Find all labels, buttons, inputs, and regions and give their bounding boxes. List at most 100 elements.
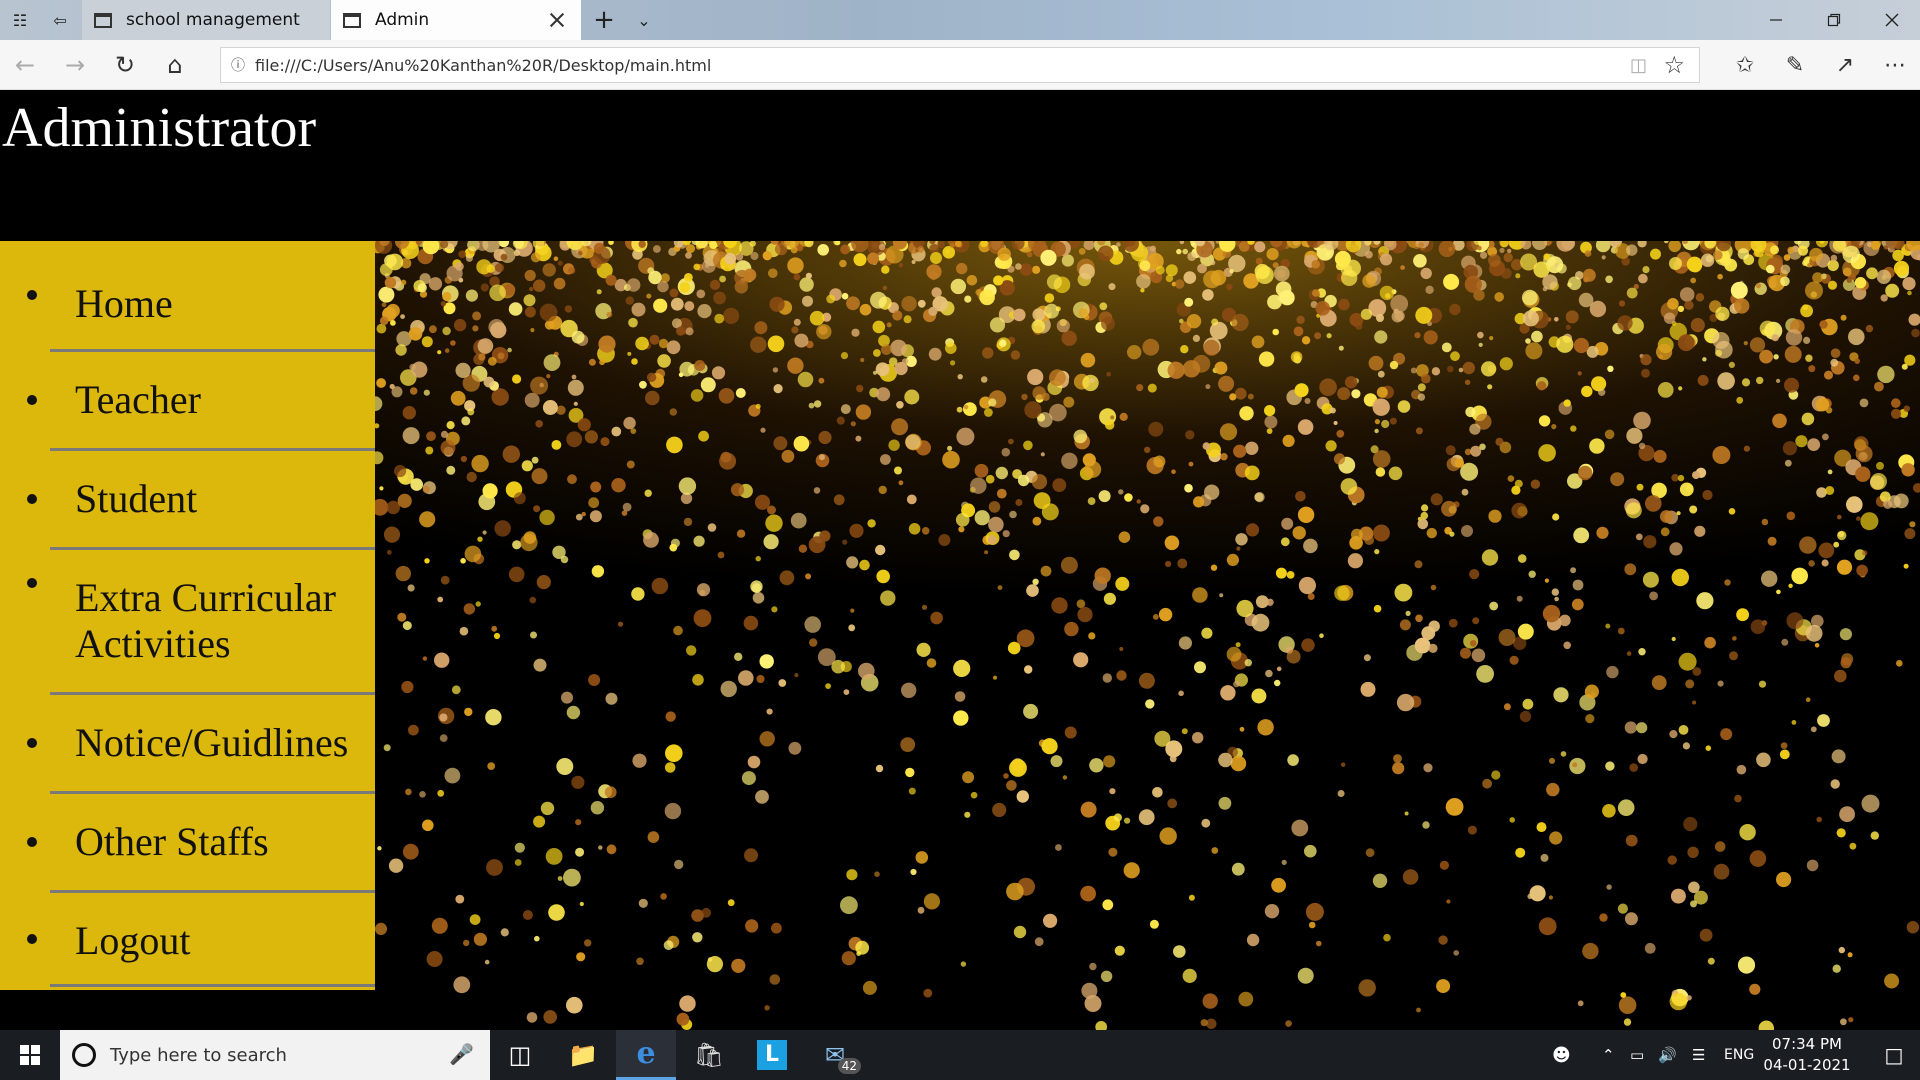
sparkle-dot: [375, 396, 383, 412]
file-explorer-icon[interactable]: 📁: [553, 1030, 613, 1080]
back-button[interactable]: ←: [0, 40, 50, 90]
system-clock[interactable]: 07:34 PM 04-01-2021: [1752, 1034, 1862, 1076]
close-window-button[interactable]: [1864, 0, 1920, 40]
sidebar-item-student[interactable]: Student: [27, 451, 375, 550]
network-wifi-icon[interactable]: ☰: [1692, 1030, 1705, 1080]
sparkle-dot: [1204, 484, 1220, 500]
sparkle-dot: [1495, 437, 1504, 446]
sparkle-dot: [755, 403, 761, 409]
minimize-button[interactable]: [1748, 0, 1804, 40]
sparkle-dot: [692, 674, 704, 686]
sparkle-dot: [1896, 660, 1903, 667]
sidebar-item-teacher[interactable]: Teacher: [27, 352, 375, 451]
action-center-notification-icon[interactable]: □: [1864, 1030, 1920, 1080]
sparkle-dot: [790, 512, 807, 529]
home-button[interactable]: ⌂: [150, 40, 200, 90]
sparkle-dot: [463, 939, 470, 947]
address-bar[interactable]: ⓘ file:///C:/Users/Anu%20Kanthan%20R/Des…: [220, 47, 1700, 83]
sparkle-dot: [1015, 499, 1023, 506]
volume-icon[interactable]: 🔊: [1658, 1030, 1677, 1080]
sparkle-dot: [1787, 246, 1795, 254]
start-windows-icon[interactable]: [0, 1030, 60, 1080]
sparkle-dot: [545, 848, 563, 865]
sidebar-item-home[interactable]: Home: [27, 241, 375, 352]
sparkle-dot: [1623, 1018, 1632, 1026]
sparkle-dot: [472, 311, 482, 321]
app-l-icon[interactable]: L: [742, 1030, 802, 1080]
close-tab-icon[interactable]: [547, 10, 567, 30]
sparkle-dot: [1516, 595, 1523, 602]
sidebar-item-extra-curricular-activities[interactable]: Extra Curricular Activities: [27, 550, 375, 695]
tab-label: school management: [126, 10, 300, 30]
tab-actions-icon[interactable]: ☷: [0, 0, 40, 40]
sparkle-dot: [552, 545, 566, 559]
sparkle-dot: [1032, 308, 1046, 322]
set-tabs-aside-icon[interactable]: ⇦: [40, 0, 80, 40]
web-note-pen-icon[interactable]: ✎: [1770, 40, 1820, 90]
sparkle-dot: [1109, 788, 1116, 795]
share-icon[interactable]: ↗: [1820, 40, 1870, 90]
battery-icon[interactable]: ▭: [1630, 1030, 1644, 1080]
sparkle-dot: [1625, 502, 1642, 519]
tab-admin[interactable]: Admin: [331, 0, 581, 40]
sparkle-dot: [1009, 510, 1017, 519]
sidebar-item-other-staffs[interactable]: Other Staffs: [27, 794, 375, 893]
sparkle-dot: [901, 358, 909, 365]
task-view-icon[interactable]: ◫: [490, 1030, 550, 1080]
sparkle-dot: [1705, 745, 1712, 751]
sparkle-dot: [1732, 636, 1737, 641]
edge-browser-icon[interactable]: e: [616, 1030, 676, 1080]
url-text[interactable]: file:///C:/Users/Anu%20Kanthan%20R/Deskt…: [255, 56, 711, 75]
sparkle-dot: [617, 621, 624, 627]
favorites-icon[interactable]: ✩: [1720, 40, 1770, 90]
sparkle-dot: [1477, 331, 1484, 339]
sparkle-dot: [459, 626, 469, 636]
sparkle-dot: [982, 347, 994, 359]
refresh-button[interactable]: ↻: [100, 40, 150, 90]
sparkle-dot: [1617, 627, 1625, 635]
sparkle-dot: [1234, 387, 1247, 400]
reading-view-icon[interactable]: ◫: [1630, 55, 1647, 76]
store-icon[interactable]: 🛍: [679, 1030, 739, 1080]
sparkle-dot: [974, 463, 989, 478]
sparkle-dot: [673, 625, 683, 636]
sparkle-dot: [1837, 514, 1842, 520]
sparkle-dot: [1469, 640, 1477, 647]
sparkle-dot: [1150, 245, 1156, 252]
sparkle-dot: [692, 932, 703, 943]
sparkle-dot: [491, 625, 498, 632]
sparkle-dot: [1148, 421, 1164, 437]
restore-button[interactable]: [1806, 0, 1862, 40]
language-indicator[interactable]: ENG: [1724, 1030, 1754, 1080]
favorite-star-icon[interactable]: ☆: [1663, 51, 1685, 79]
sparkle-dot: [1552, 513, 1560, 521]
show-hidden-icons-chevron-up-icon[interactable]: ⌃: [1602, 1030, 1615, 1080]
sparkle-dot: [486, 859, 503, 876]
sparkle-dot: [1414, 560, 1423, 569]
sparkle-dot: [1854, 277, 1867, 289]
more-menu-icon[interactable]: ⋯: [1870, 40, 1920, 90]
sparkle-dot: [543, 354, 561, 371]
sparkle-dot: [1637, 241, 1647, 248]
microphone-icon[interactable]: 🎤: [449, 1042, 474, 1066]
sparkle-dot: [1491, 770, 1501, 780]
tab-school-management[interactable]: school management: [82, 0, 330, 40]
forward-button[interactable]: →: [50, 40, 100, 90]
tab-list-chevron-down-icon[interactable]: ⌄: [624, 0, 664, 40]
sparkle-dot: [1799, 536, 1817, 554]
taskbar-search-input[interactable]: Type here to search 🎤: [60, 1030, 490, 1080]
site-info-icon[interactable]: ⓘ: [221, 55, 255, 75]
sparkle-dot: [437, 789, 445, 797]
sparkle-dot: [1061, 254, 1074, 267]
sparkle-dot: [1462, 361, 1476, 375]
sparkle-dot: [455, 362, 471, 378]
new-tab-icon[interactable]: +: [584, 0, 624, 40]
sidebar-item-notice-guidlines[interactable]: Notice/Guidlines: [27, 695, 375, 794]
sidebar-item-logout[interactable]: Logout: [27, 893, 375, 987]
sparkle-dot: [379, 486, 384, 491]
sparkle-dot: [683, 517, 693, 527]
people-icon[interactable]: ☻: [1552, 1030, 1571, 1080]
sparkle-dot: [1167, 798, 1178, 809]
sparkle-dot: [622, 502, 632, 512]
mail-icon[interactable]: ✉ 42: [805, 1030, 865, 1080]
